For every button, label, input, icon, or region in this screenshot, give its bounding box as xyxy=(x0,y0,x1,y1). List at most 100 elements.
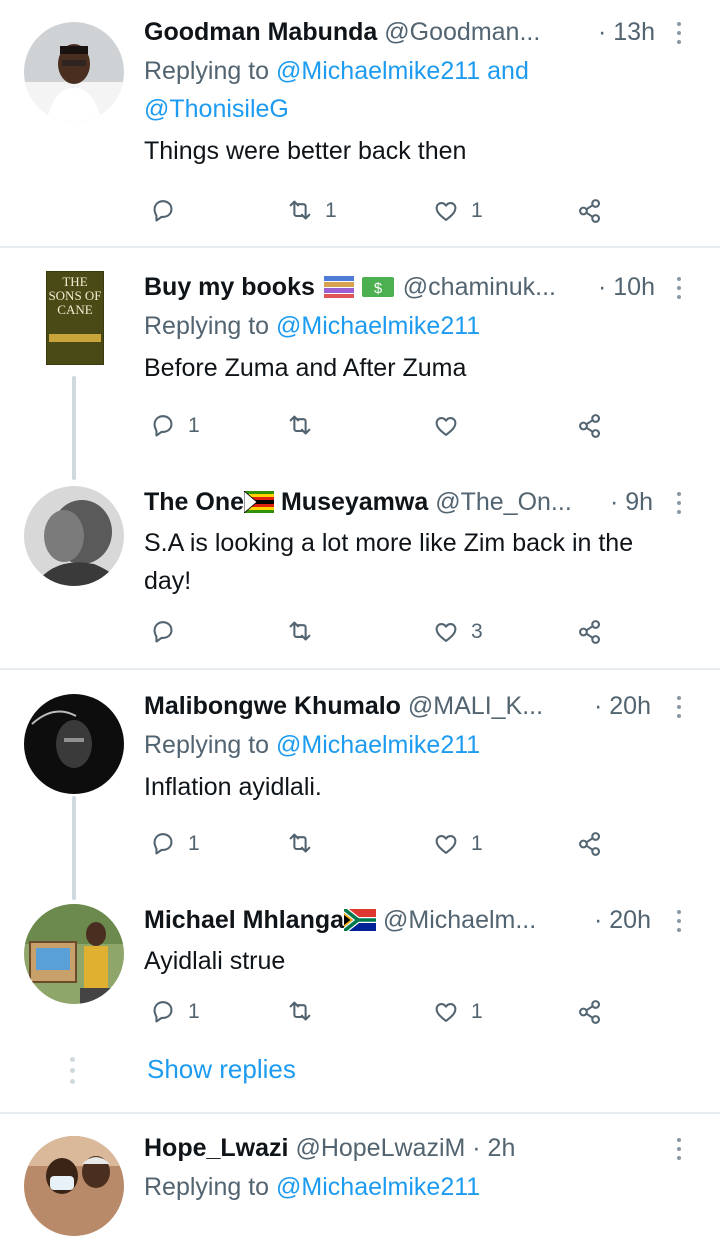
share-button[interactable] xyxy=(575,191,605,231)
thread-line xyxy=(72,796,76,900)
handle[interactable]: @Michaelm... xyxy=(383,906,536,934)
more-replies-dots xyxy=(70,1057,76,1090)
flag-zimbabwe-icon xyxy=(243,490,275,514)
tweet-text: Before Zuma and After Zuma xyxy=(144,354,467,382)
more-icon[interactable] xyxy=(674,20,684,44)
reply-button[interactable]: 1 xyxy=(148,406,200,446)
retweet-icon xyxy=(289,833,311,853)
like-button[interactable]: 3 xyxy=(431,612,483,652)
timestamp[interactable]: · 10h xyxy=(598,267,655,307)
reply-button[interactable]: 1 xyxy=(148,824,200,864)
share-icon xyxy=(579,414,601,438)
reply-count: 1 xyxy=(188,832,200,855)
more-icon[interactable] xyxy=(674,694,684,718)
reply-button[interactable]: 1 xyxy=(148,992,200,1032)
display-name[interactable]: The One xyxy=(144,488,244,516)
like-icon xyxy=(435,417,457,436)
separator xyxy=(0,246,720,248)
replying-to: Replying to @Michaelmike211 xyxy=(144,726,708,764)
share-button[interactable] xyxy=(575,406,605,446)
display-name[interactable]: Michael Mhlanga xyxy=(144,906,344,934)
tweet-text: S.A is looking a lot more like Zim back … xyxy=(144,524,708,600)
handle[interactable]: @Goodman... xyxy=(384,18,540,46)
reply-icon xyxy=(153,200,173,222)
like-button[interactable]: 1 xyxy=(431,824,483,864)
display-name[interactable]: Goodman Mabunda xyxy=(144,18,377,46)
flag-south-africa-icon xyxy=(342,906,377,934)
tweet-text-line: S.A is looking a lot more like Zim back … xyxy=(144,529,634,557)
mention-link[interactable]: @Michaelmike211 xyxy=(276,1173,480,1201)
retweet-button[interactable] xyxy=(285,406,315,446)
reply-button[interactable] xyxy=(148,612,178,652)
like-count: 3 xyxy=(471,620,483,643)
timestamp[interactable]: · 20h xyxy=(594,686,651,726)
separator xyxy=(0,1112,720,1114)
mention-link[interactable]: @Michaelmike211 xyxy=(276,312,480,340)
like-count: 1 xyxy=(471,199,483,222)
reply-count: 1 xyxy=(188,414,200,437)
reply-button[interactable] xyxy=(148,191,188,231)
replying-to-label: Replying to xyxy=(144,312,270,340)
action-bar: 1 xyxy=(144,406,624,446)
avatar[interactable] xyxy=(24,1136,124,1236)
action-bar: 1 1 xyxy=(144,191,624,231)
like-icon xyxy=(435,623,457,642)
share-icon xyxy=(579,832,601,856)
like-count: 1 xyxy=(471,1000,483,1023)
handle[interactable]: @The_On... xyxy=(435,488,572,516)
avatar[interactable] xyxy=(24,694,124,794)
replying-to-label: Replying to xyxy=(144,731,270,759)
share-button[interactable] xyxy=(575,992,605,1032)
like-icon xyxy=(435,1003,457,1022)
avatar[interactable] xyxy=(24,22,124,122)
svg-text:$: $ xyxy=(374,280,383,297)
retweet-button[interactable]: 1 xyxy=(285,191,337,231)
share-button[interactable] xyxy=(575,612,605,652)
timestamp[interactable]: · 9h xyxy=(610,482,653,522)
tweet-text: Things were better back then xyxy=(144,137,467,165)
show-replies-link[interactable]: Show replies xyxy=(147,1054,296,1085)
action-bar: 3 xyxy=(144,612,624,652)
avatar[interactable]: THE SONS OF CANE xyxy=(46,271,104,365)
replying-to-label: Replying to xyxy=(144,57,270,85)
handle[interactable]: @MALI_K... xyxy=(408,692,543,720)
mention-link[interactable]: @ThonisileG xyxy=(144,95,289,123)
books-emoji-icon: $ xyxy=(323,276,394,298)
more-icon[interactable] xyxy=(674,908,684,932)
tweet-text-line: day! xyxy=(144,567,192,595)
avatar[interactable] xyxy=(24,486,124,586)
like-button[interactable] xyxy=(431,406,461,446)
tweet-text: Ayidlali strue xyxy=(144,947,286,975)
mention-link[interactable]: @Michaelmike211 and xyxy=(276,57,529,85)
retweet-button[interactable] xyxy=(285,612,315,652)
mention-link[interactable]: @Michaelmike211 xyxy=(276,731,480,759)
reply-icon xyxy=(153,415,173,437)
retweet-button[interactable] xyxy=(285,992,315,1032)
like-button[interactable]: 1 xyxy=(431,992,483,1032)
timestamp[interactable]: · 2h xyxy=(472,1134,515,1162)
handle[interactable]: @HopeLwaziM xyxy=(295,1134,465,1162)
display-name[interactable]: Malibongwe Khumalo xyxy=(144,692,401,720)
retweet-button[interactable] xyxy=(285,824,315,864)
avatar[interactable] xyxy=(24,904,124,1004)
timestamp[interactable]: · 13h xyxy=(598,12,655,52)
share-icon xyxy=(579,620,601,644)
more-icon[interactable] xyxy=(674,275,684,299)
more-icon[interactable] xyxy=(674,490,684,514)
action-bar: 1 1 xyxy=(144,824,624,864)
replying-to: Replying to @Michaelmike211 and @Thonisi… xyxy=(144,52,708,128)
display-name[interactable]: Buy my books xyxy=(144,273,315,301)
display-name[interactable]: Hope_Lwazi xyxy=(144,1134,288,1162)
retweet-icon xyxy=(289,415,311,435)
replying-to: Replying to @Michaelmike211 xyxy=(144,307,708,345)
handle[interactable]: @chaminuk... xyxy=(403,273,556,301)
more-icon[interactable] xyxy=(674,1136,684,1160)
like-button[interactable]: 1 xyxy=(431,191,483,231)
like-icon xyxy=(435,202,457,221)
timestamp[interactable]: · 20h xyxy=(594,900,651,940)
replying-to-label: Replying to xyxy=(144,1173,270,1201)
display-name[interactable]: Museyamwa xyxy=(281,488,428,516)
reply-icon xyxy=(153,833,173,855)
share-button[interactable] xyxy=(575,824,605,864)
retweet-icon xyxy=(289,200,311,220)
